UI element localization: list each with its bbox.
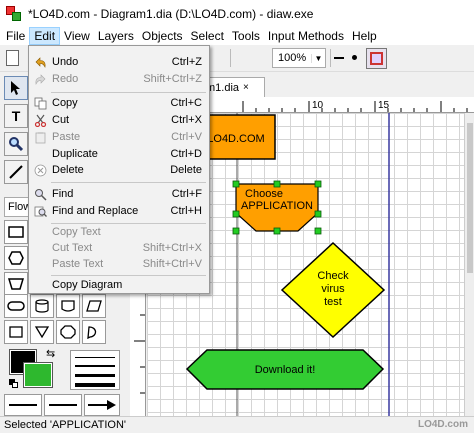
menu-separator [51,182,206,183]
choose-application-shape: Choose APPLICATION [232,180,322,235]
merge-shape[interactable] [30,320,54,344]
menu-bar: File Edit View Layers Objects Select Too… [0,27,474,45]
status-bar: Selected 'APPLICATION' LO4D.com [0,416,474,433]
terminal-shape[interactable] [4,294,28,318]
process-shape[interactable] [4,220,28,244]
snap-to-grid-icon[interactable] [366,48,387,69]
menu-edit[interactable]: Edit [29,27,61,45]
delete-icon [34,164,47,177]
scrollbar-thumb[interactable] [467,123,473,273]
preparation-shape[interactable] [4,320,28,344]
menu-item-copy-text[interactable]: Copy Text [30,224,208,241]
swap-colors-icon[interactable]: ⇆ [46,347,55,360]
toolbar-separator [230,49,231,67]
zoom-value: 100% [278,52,307,64]
menu-item-duplicate[interactable]: Duplicate Ctrl+D [30,146,208,163]
default-colors-icon[interactable] [9,379,19,389]
menu-layers[interactable]: Layers [94,27,138,45]
close-icon[interactable]: × [243,82,249,93]
menu-item-undo[interactable]: Undo Ctrl+Z [30,54,208,71]
ruler-label-15: 15 [378,100,390,111]
comment-shape[interactable] [82,320,106,344]
menu-item-cut[interactable]: Cut Ctrl+X [30,112,208,129]
menu-item-delete[interactable]: Delete Delete [30,162,208,179]
title-bar: *LO4D.com - Diagram1.dia (D:\LO4D.com) -… [0,0,474,27]
menu-item-find[interactable]: Find Ctrl+F [30,186,208,203]
menu-item-copy-diagram[interactable]: Copy Diagram [30,277,208,294]
window-title: *LO4D.com - Diagram1.dia (D:\LO4D.com) -… [28,6,314,21]
new-file-icon[interactable] [6,50,19,66]
diamond-label-line3: test [324,296,342,308]
menu-file[interactable]: File [0,27,29,45]
find-icon [35,189,47,201]
status-text: Selected 'APPLICATION' [4,419,126,431]
menu-item-paste-text[interactable]: Paste Text Shift+Ctrl+V [30,256,208,273]
cursor-icon [11,81,20,95]
document-shape[interactable] [56,294,80,318]
background-color[interactable] [23,362,53,388]
color-selector[interactable]: ⇆ [4,347,64,393]
terminal-label: Download it! [255,364,316,376]
find-replace-icon [34,206,47,217]
octagon-shape[interactable] [56,320,80,344]
end-arrow-selector[interactable] [84,394,120,416]
menu-item-copy[interactable]: Copy Ctrl+C [30,95,208,112]
choose-label-line2: APPLICATION [241,200,313,212]
watermark-logo: LO4D.com [417,419,468,430]
menu-objects[interactable]: Objects [138,27,187,45]
diamond-label-line2: virus [321,283,345,295]
hexagon-shape[interactable] [4,246,28,270]
magnify-icon [9,137,24,152]
menu-tools[interactable]: Tools [228,27,264,45]
line-style-selector[interactable] [44,394,82,416]
magnify-tool[interactable] [4,132,28,156]
menu-separator [51,275,206,276]
undo-icon [35,57,46,68]
copy-icon [34,97,47,110]
lo4d-box-label: LO4D.COM [207,133,264,145]
line-width-selector[interactable] [70,350,120,390]
storage-shape[interactable] [30,294,54,318]
check-virus-diamond: Check virus test [280,241,386,339]
diamond-label-line1: Check [317,270,349,282]
line-icon [9,165,23,179]
download-terminal-shape: Download it! [185,349,385,390]
tab-diagram1[interactable]: m1.dia × [203,77,265,97]
menu-separator [51,92,206,93]
menu-item-find-replace[interactable]: Find and Replace Ctrl+H [30,203,208,220]
dia-app-icon [6,5,22,22]
point-icon[interactable] [352,55,357,60]
pointer-tool[interactable] [4,76,28,100]
tab-label: m1.dia [206,81,240,94]
cut-icon [34,114,47,127]
manual-op-shape[interactable] [4,272,28,296]
menu-item-paste[interactable]: Paste Ctrl+V [30,129,208,146]
zoom-combo[interactable]: 100% ▼ [272,48,326,68]
menu-item-cut-text[interactable]: Cut Text Shift+Ctrl+X [30,240,208,257]
vertical-scrollbar[interactable] [464,113,474,416]
data-shape[interactable] [82,294,106,318]
chevron-down-icon[interactable]: ▼ [311,53,325,63]
edit-menu-dropdown: Undo Ctrl+Z Redo Shift+Ctrl+Z Copy Ctrl+… [28,45,210,294]
toolbar-separator [330,49,331,67]
line-tool[interactable] [4,160,28,184]
choose-label-line1: Choose [245,188,283,200]
menu-help[interactable]: Help [348,27,381,45]
menu-input-methods[interactable]: Input Methods [264,27,348,45]
text-tool[interactable]: T [4,104,28,128]
line-style-icon[interactable] [334,57,344,59]
start-arrow-selector[interactable] [4,394,42,416]
ruler-label-10: 10 [312,100,324,111]
menu-item-redo[interactable]: Redo Shift+Ctrl+Z [30,71,208,88]
menu-view[interactable]: View [60,27,94,45]
paste-icon [35,132,46,144]
redo-icon [35,74,46,85]
menu-select[interactable]: Select [187,27,228,45]
